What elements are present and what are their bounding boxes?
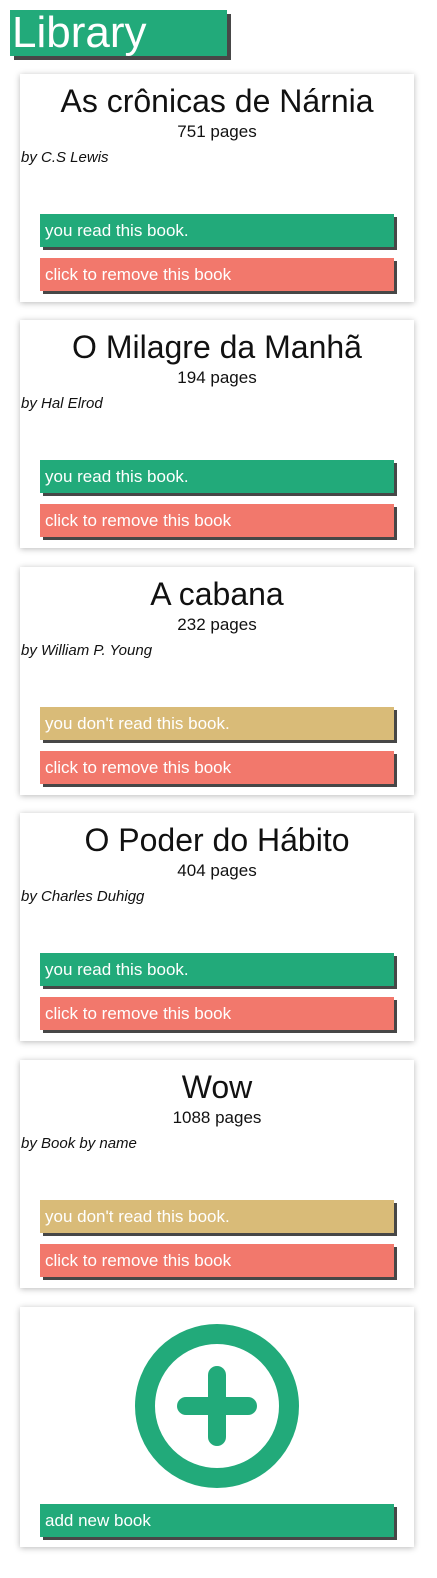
read-status-button[interactable]: you don't read this book. — [40, 1200, 394, 1233]
book-card: A cabana 232 pages by William P. Young y… — [20, 567, 414, 795]
add-new-book-button[interactable]: add new book — [40, 1504, 394, 1537]
book-author: by Book by name — [21, 1135, 137, 1152]
book-card: As crônicas de Nárnia 751 pages by C.S L… — [20, 74, 414, 302]
remove-book-button[interactable]: click to remove this book — [40, 258, 394, 291]
book-title: A cabana — [150, 576, 284, 612]
remove-book-button[interactable]: click to remove this book — [40, 751, 394, 784]
remove-book-button[interactable]: click to remove this book — [40, 504, 394, 537]
book-card: O Milagre da Manhã 194 pages by Hal Elro… — [20, 320, 414, 548]
book-title: Wow — [181, 1069, 253, 1105]
add-book-card: add new book — [20, 1307, 414, 1547]
book-pages: 404 pages — [177, 861, 257, 880]
book-pages: 194 pages — [177, 368, 257, 387]
book-pages: 751 pages — [177, 122, 257, 141]
book-title: O Poder do Hábito — [84, 822, 350, 858]
read-status-button[interactable]: you don't read this book. — [40, 707, 394, 740]
book-card: Wow 1088 pages by Book by name you don't… — [20, 1060, 414, 1288]
remove-book-button[interactable]: click to remove this book — [40, 997, 394, 1030]
book-title: O Milagre da Manhã — [72, 329, 362, 365]
book-author: by C.S Lewis — [21, 149, 109, 166]
book-author: by Charles Duhigg — [21, 888, 145, 905]
book-author: by Hal Elrod — [21, 395, 103, 412]
book-title: As crônicas de Nárnia — [60, 83, 374, 119]
book-pages: 1088 pages — [172, 1108, 262, 1127]
remove-book-button[interactable]: click to remove this book — [40, 1244, 394, 1277]
read-status-button[interactable]: you read this book. — [40, 214, 394, 247]
book-card: O Poder do Hábito 404 pages by Charles D… — [20, 813, 414, 1041]
book-author: by William P. Young — [21, 642, 153, 659]
library-title: Library — [10, 10, 227, 56]
book-pages: 232 pages — [177, 615, 257, 634]
read-status-button[interactable]: you read this book. — [40, 953, 394, 986]
plus-circle-icon[interactable] — [134, 1323, 300, 1489]
read-status-button[interactable]: you read this book. — [40, 460, 394, 493]
